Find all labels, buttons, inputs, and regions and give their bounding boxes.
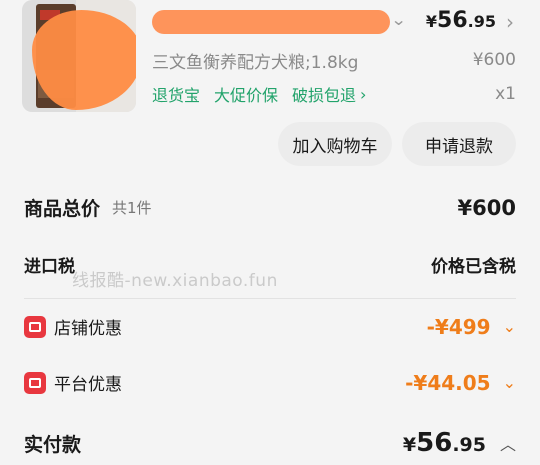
redaction-scribble — [32, 10, 136, 110]
total-count: 共1件 — [112, 199, 152, 217]
original-price: ¥600 — [472, 50, 516, 70]
platform-discount-label: 平台优惠 — [54, 375, 122, 395]
quantity: x1 — [495, 84, 516, 104]
chevron-right-icon[interactable]: › — [506, 10, 514, 34]
store-icon — [24, 315, 46, 338]
service-tag-return[interactable]: 退货宝 — [152, 82, 200, 106]
price-symbol: ¥ — [425, 12, 438, 31]
import-tax-label: 进口税 — [24, 257, 75, 277]
store-discount-value: -¥499 — [426, 314, 491, 339]
order-summary: 商品总价 共1件 ¥600 进口税 价格已含税 线报酷-new.xianbao.… — [0, 180, 540, 465]
platform-icon — [24, 371, 46, 394]
store-discount-row[interactable]: 店铺优惠 -¥499 ⌄ — [24, 314, 516, 339]
paid-label: 实付款 — [24, 433, 82, 456]
import-tax-value: 价格已含税 — [431, 257, 516, 277]
add-to-cart-button[interactable]: 加入购物车 — [278, 122, 392, 166]
paid-dec: .95 — [452, 434, 486, 456]
service-tag-price-protect[interactable]: 大促价保 — [214, 82, 278, 106]
product-card: ⌄ ¥56.95 › 三文鱼衡养配方犬粮;1.8kg ¥600 退货宝 大促价保… — [0, 0, 540, 180]
chevron-down-icon[interactable]: ⌄ — [503, 373, 516, 392]
service-tags[interactable]: 退货宝 大促价保 破损包退 › — [152, 82, 366, 106]
chevron-up-icon[interactable]: ︿ — [500, 431, 516, 455]
total-price-value: ¥600 — [457, 195, 516, 220]
price-dec: .95 — [467, 12, 496, 31]
price-int: 56 — [437, 8, 468, 33]
product-thumbnail[interactable] — [22, 0, 136, 112]
service-tag-damage-return[interactable]: 破损包退 — [292, 82, 356, 106]
paid-symbol: ¥ — [402, 434, 417, 456]
total-price-row: 商品总价 共1件 ¥600 — [24, 194, 516, 221]
paid-value: ¥56.95 — [403, 428, 486, 458]
services-chevron-icon[interactable]: › — [360, 85, 366, 104]
total-price-label: 商品总价 — [24, 198, 101, 220]
product-title-redacted[interactable] — [152, 10, 390, 34]
product-spec: 三文鱼衡养配方犬粮;1.8kg — [152, 53, 359, 73]
paid-amount-row[interactable]: 实付款 ¥56.95 ︿ — [24, 428, 516, 458]
platform-discount-row[interactable]: 平台优惠 -¥44.05 ⌄ — [24, 370, 516, 395]
chevron-down-icon[interactable]: ⌄ — [503, 317, 516, 336]
refund-button[interactable]: 申请退款 — [402, 122, 516, 166]
product-price: ¥56.95 — [426, 8, 496, 33]
divider — [24, 298, 516, 299]
platform-discount-value: -¥44.05 — [405, 370, 491, 395]
store-discount-label: 店铺优惠 — [54, 319, 122, 339]
watermark: 线报酷-new.xianbao.fun — [72, 271, 278, 291]
paid-int: 56 — [416, 428, 453, 458]
chevron-down-icon[interactable]: ⌄ — [391, 10, 407, 29]
